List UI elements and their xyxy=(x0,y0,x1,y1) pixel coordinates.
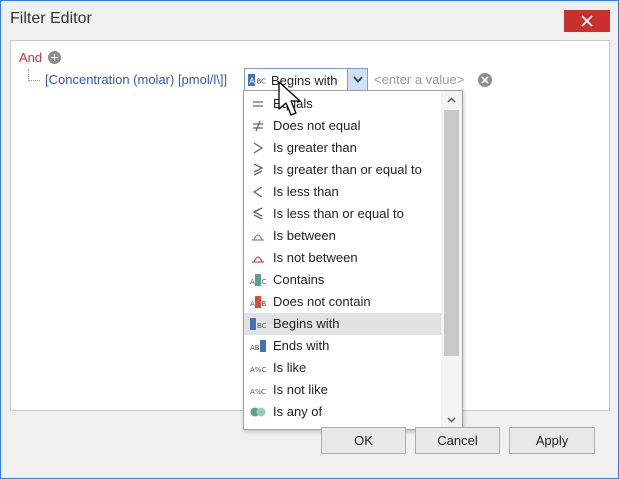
is-not-like-icon: A % C xyxy=(250,388,266,396)
title-bar: Filter Editor xyxy=(1,1,618,37)
chevron-up-icon xyxy=(447,97,456,103)
scroll-thumb[interactable] xyxy=(444,110,459,356)
list-item-is-between[interactable]: Is between xyxy=(244,225,441,247)
list-item-ends-with[interactable]: AB Ends with xyxy=(244,335,441,357)
svg-text:A: A xyxy=(249,77,255,86)
list-item-is-like[interactable]: A%C Is like xyxy=(244,357,441,379)
operator-dropdown-button[interactable] xyxy=(347,69,367,90)
between-icon xyxy=(252,234,264,241)
list-item-is-not-between[interactable]: Is not between xyxy=(244,247,441,269)
list-item-begins-with[interactable]: BC Begins with xyxy=(244,313,441,335)
condition-field[interactable]: [Concentration (molar) [pmol/l\]] xyxy=(45,72,227,87)
greater-than-icon xyxy=(253,142,264,154)
equals-icon xyxy=(253,101,263,107)
svg-text:C: C xyxy=(261,388,266,396)
list-item-label: Is less than xyxy=(273,184,339,199)
list-item-label: Is not between xyxy=(273,250,358,265)
svg-text:B: B xyxy=(262,300,267,308)
list-item-label: Does not contain xyxy=(273,294,371,309)
list-item-greater-than[interactable]: Is greater than xyxy=(244,137,441,159)
add-icon[interactable] xyxy=(48,51,62,64)
chevron-down-icon xyxy=(447,417,456,423)
greater-or-equal-icon xyxy=(253,163,264,176)
begins-with-icon: A BC xyxy=(248,74,267,86)
list-item-label: Is any of xyxy=(273,404,323,419)
list-item-greater-or-equal[interactable]: Is greater than or equal to xyxy=(244,159,441,181)
svg-text:A%C: A%C xyxy=(250,366,266,374)
svg-text:A: A xyxy=(250,300,255,308)
mouse-cursor-icon xyxy=(278,81,301,116)
apply-button[interactable]: Apply xyxy=(509,427,595,454)
list-item-label: Is greater than or equal to xyxy=(273,162,422,177)
list-item-less-or-equal[interactable]: Is less than or equal to xyxy=(244,203,441,225)
scroll-up-button[interactable] xyxy=(441,91,462,109)
remove-condition-icon[interactable] xyxy=(478,73,492,87)
svg-text:C: C xyxy=(262,278,267,286)
list-item-is-not-like[interactable]: A % C Is not like xyxy=(244,379,441,401)
list-item-label: Is like xyxy=(273,360,307,375)
ok-button[interactable]: OK xyxy=(321,427,406,454)
cancel-button[interactable]: Cancel xyxy=(415,427,500,454)
list-item-does-not-contain[interactable]: A B Does not contain xyxy=(244,291,441,313)
svg-text:A: A xyxy=(250,278,255,286)
operator-selector[interactable]: A BC Begins with xyxy=(244,68,368,91)
dropdown-scrollbar[interactable] xyxy=(441,91,462,429)
list-item-label: Is between xyxy=(273,228,336,243)
not-between-icon xyxy=(252,256,264,263)
less-or-equal-icon xyxy=(252,207,263,220)
list-item-equals[interactable]: Equals xyxy=(244,93,441,115)
less-than-icon xyxy=(252,186,263,198)
group-operator[interactable]: And xyxy=(19,50,42,65)
not-equal-icon xyxy=(253,120,263,132)
list-item-label: Is less than or equal to xyxy=(273,206,404,221)
list-item-label: Is not like xyxy=(273,382,328,397)
tree-connector xyxy=(28,69,40,81)
list-item-label: Contains xyxy=(273,272,325,287)
value-input[interactable]: <enter a value> xyxy=(374,72,464,87)
ends-with-icon: AB xyxy=(250,340,266,352)
list-item-does-not-equal[interactable]: Does not equal xyxy=(244,115,441,137)
list-item-less-than[interactable]: Is less than xyxy=(244,181,441,203)
svg-text:AB: AB xyxy=(250,344,260,352)
svg-text:BC: BC xyxy=(257,322,266,330)
operator-dropdown-list[interactable]: Equals Does not equal Is greater than Is… xyxy=(243,90,463,430)
svg-text:BC: BC xyxy=(257,78,267,86)
filter-editor-window: Filter Editor And [Concentration (molar)… xyxy=(0,0,619,479)
begins-with-icon: BC xyxy=(250,318,266,330)
close-button[interactable] xyxy=(564,10,610,32)
contains-icon: A C xyxy=(250,274,267,286)
close-icon xyxy=(581,15,593,27)
list-item-contains[interactable]: A C Contains xyxy=(244,269,441,291)
list-item-label: Ends with xyxy=(273,338,330,353)
list-item-label: Does not equal xyxy=(273,118,361,133)
does-not-contain-icon: A B xyxy=(250,296,267,308)
window-title: Filter Editor xyxy=(10,10,92,27)
x-icon xyxy=(481,76,489,84)
is-any-of-icon xyxy=(250,407,266,417)
chevron-down-icon xyxy=(352,76,363,83)
group-row: And xyxy=(19,50,62,65)
list-item-label: Is greater than xyxy=(273,140,357,155)
is-like-icon: A%C xyxy=(250,366,266,374)
list-item-label: Begins with xyxy=(273,316,340,331)
list-item-is-any-of[interactable]: Is any of xyxy=(244,401,441,423)
